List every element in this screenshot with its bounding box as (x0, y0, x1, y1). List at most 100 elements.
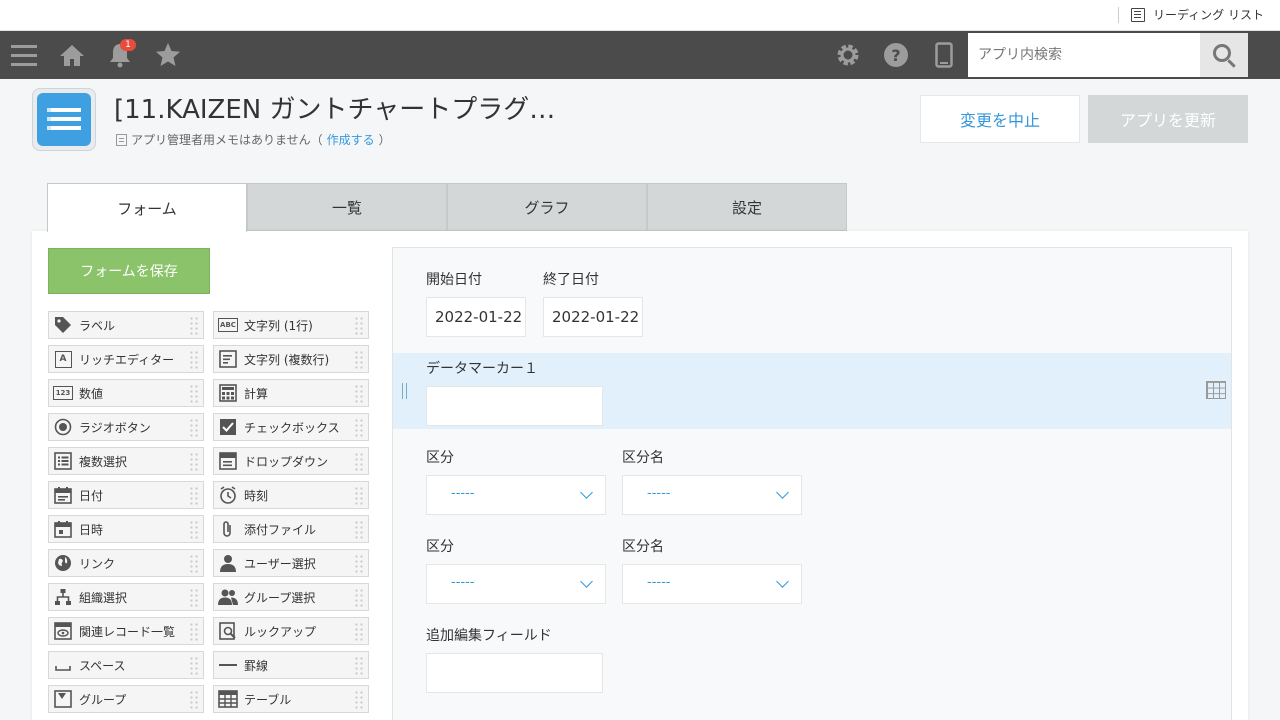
mobile-icon[interactable] (920, 31, 968, 79)
app-search-input[interactable] (968, 33, 1200, 77)
related-records-icon (53, 621, 73, 641)
palette-item-calculator[interactable]: 計算 (213, 379, 369, 407)
kubun-select-1[interactable]: ----- (426, 475, 606, 515)
palette-item-calendar[interactable]: 日付 (48, 481, 204, 509)
palette-item-tag[interactable]: ラベル (48, 311, 204, 339)
palette-item-user[interactable]: ユーザー選択 (213, 549, 369, 577)
chevron-down-icon (580, 575, 593, 588)
extra-field-input[interactable] (426, 653, 603, 693)
palette-item-label: 文字列 (1行) (244, 318, 313, 333)
calculator-icon (218, 383, 238, 403)
home-icon[interactable] (48, 31, 96, 79)
palette-item-group-field[interactable]: グループ (48, 685, 204, 713)
tab-settings[interactable]: 設定 (647, 183, 847, 231)
multiline-icon (218, 349, 238, 369)
help-icon[interactable]: ? (872, 31, 920, 79)
search-button[interactable] (1200, 33, 1248, 77)
start-date-field[interactable]: 2022-01-22 (426, 297, 526, 337)
group-field-icon (53, 689, 73, 709)
palette-item-label: 時刻 (244, 488, 269, 503)
app-icon (32, 88, 96, 151)
lookup-icon (218, 621, 238, 641)
palette-item-space[interactable]: スペース (48, 651, 204, 679)
palette-item-label: 添付ファイル (244, 522, 317, 537)
kubun-name-select-1[interactable]: ----- (622, 475, 802, 515)
kubun-label-1: 区分 (426, 450, 454, 466)
palette-item-radio[interactable]: ラジオボタン (48, 413, 204, 441)
update-app-button[interactable]: アプリを更新 (1088, 95, 1248, 143)
palette-item-table[interactable]: テーブル (213, 685, 369, 713)
palette-item-dropdown[interactable]: ドロップダウン (213, 447, 369, 475)
drag-grip-icon (354, 350, 364, 370)
drag-grip-icon (354, 554, 364, 574)
drag-grip-icon (189, 690, 199, 710)
checkbox-icon (218, 417, 238, 437)
drag-grip-icon (189, 452, 199, 472)
kubun-name-label-2: 区分名 (622, 539, 664, 555)
calendar-icon (53, 485, 73, 505)
drag-grip-icon (189, 588, 199, 608)
save-form-button[interactable]: フォームを保存 (48, 248, 210, 294)
abc-icon: ABC (218, 315, 238, 335)
chevron-down-icon (776, 575, 789, 588)
palette-item-org[interactable]: 組織選択 (48, 583, 204, 611)
palette-item-multi-select[interactable]: 複数選択 (48, 447, 204, 475)
start-date-label: 開始日付 (426, 272, 482, 288)
palette-item-lookup[interactable]: ルックアップ (213, 617, 369, 645)
gear-icon[interactable] (824, 31, 872, 79)
menu-icon[interactable] (0, 31, 48, 79)
drag-grip-icon (189, 486, 199, 506)
bell-icon[interactable] (96, 31, 144, 79)
palette-item-label: 計算 (244, 386, 269, 401)
kubun-name-select-1-value: ----- (647, 486, 671, 501)
palette-item-paperclip[interactable]: 添付ファイル (213, 515, 369, 543)
cancel-changes-button[interactable]: 変更を中止 (920, 95, 1080, 143)
palette-item-label: 数値 (79, 386, 104, 401)
reading-list-button[interactable]: リーディング リスト (1118, 6, 1264, 23)
palette-item-label: グループ (79, 692, 127, 707)
drag-grip-icon (354, 486, 364, 506)
palette-item-group[interactable]: グループ選択 (213, 583, 369, 611)
drag-grip-icon (189, 418, 199, 438)
end-date-field[interactable]: 2022-01-22 (543, 297, 643, 337)
drag-grip-icon (354, 452, 364, 472)
tab-graph[interactable]: グラフ (447, 183, 647, 231)
radio-icon (53, 417, 73, 437)
globe-icon (53, 553, 73, 573)
palette-item-clock[interactable]: 時刻 (213, 481, 369, 509)
palette-item-number[interactable]: 123 数値 (48, 379, 204, 407)
star-icon[interactable] (144, 31, 192, 79)
palette-item-checkbox[interactable]: チェックボックス (213, 413, 369, 441)
drag-grip-icon (354, 622, 364, 642)
palette-item-related-records[interactable]: 関連レコード一覧 (48, 617, 204, 645)
chevron-down-icon (580, 486, 593, 499)
drag-grip-icon (354, 384, 364, 404)
user-icon (218, 553, 238, 573)
paperclip-icon (218, 519, 238, 539)
palette-item-datetime[interactable]: 日時 (48, 515, 204, 543)
kubun-label-2: 区分 (426, 539, 454, 555)
tab-list[interactable]: 一覧 (247, 183, 447, 231)
palette-item-abc[interactable]: ABC 文字列 (1行) (213, 311, 369, 339)
palette-item-multiline[interactable]: 文字列 (複数行) (213, 345, 369, 373)
drag-grip-icon (354, 316, 364, 336)
kubun-select-1-value: ----- (451, 486, 475, 501)
line-icon (218, 655, 238, 675)
drag-handle-icon[interactable] (402, 383, 407, 399)
palette-item-label: ラジオボタン (79, 420, 151, 435)
space-icon (53, 655, 73, 675)
palette-item-line[interactable]: 罫線 (213, 651, 369, 679)
kubun-select-2[interactable]: ----- (426, 564, 606, 604)
palette-item-label: 関連レコード一覧 (79, 624, 176, 639)
palette-item-label: チェックボックス (244, 420, 340, 435)
palette-item-rich-editor[interactable]: A リッチエディター (48, 345, 204, 373)
drag-grip-icon (354, 690, 364, 710)
table-layout-icon[interactable] (1206, 381, 1226, 399)
kubun-name-select-2[interactable]: ----- (622, 564, 802, 604)
create-memo-link[interactable]: 作成する (327, 131, 375, 148)
data-marker-field[interactable] (426, 386, 603, 426)
palette-item-globe[interactable]: リンク (48, 549, 204, 577)
tab-form[interactable]: フォーム (47, 183, 247, 232)
admin-memo: アプリ管理者用メモはありません（ 作成する） (116, 131, 391, 148)
palette-item-label: グループ選択 (244, 590, 316, 605)
